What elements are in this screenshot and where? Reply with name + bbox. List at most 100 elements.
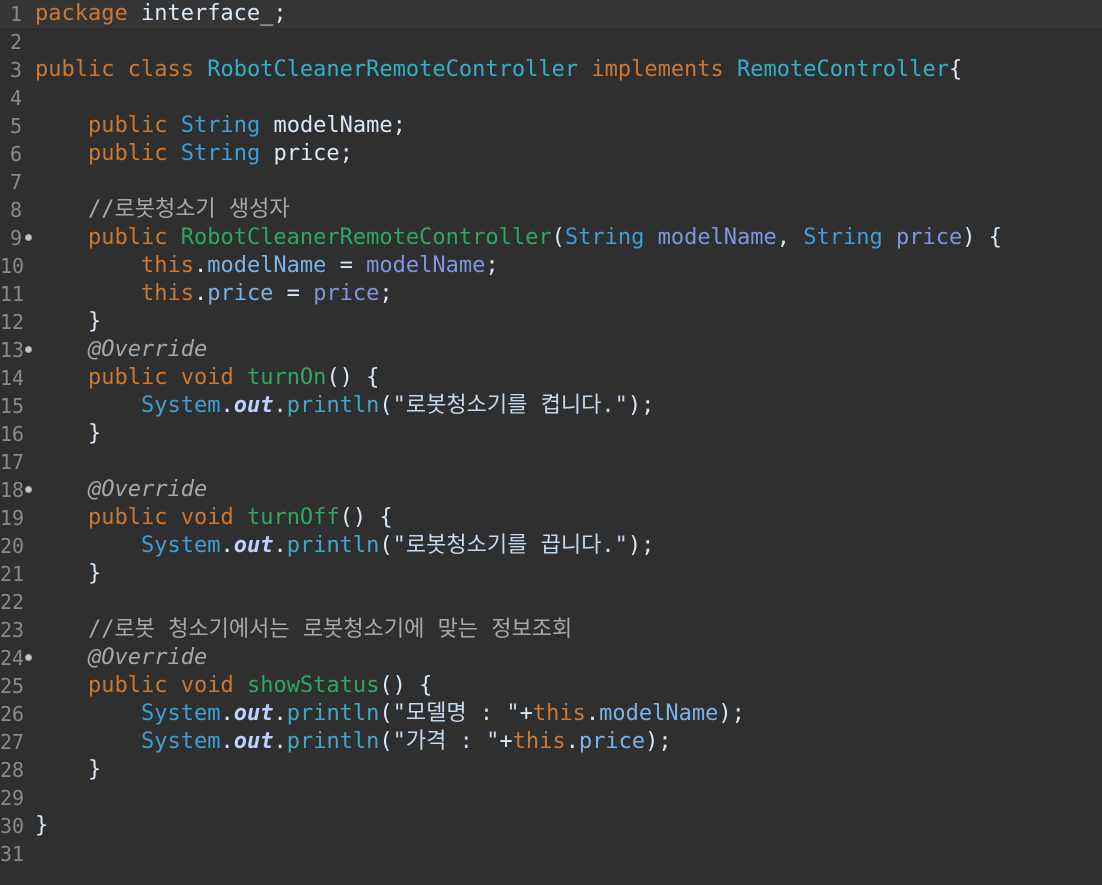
- system-class-token: System: [140, 701, 221, 726]
- code-line[interactable]: 10 this.modelName = modelName;: [0, 252, 1102, 280]
- code-content[interactable]: System.out.println("모델명 : "+this.modelNa…: [34, 700, 745, 728]
- fold-collapse-icon[interactable]: [25, 346, 32, 353]
- line-number-gutter: 10: [0, 252, 34, 280]
- code-content[interactable]: public void showStatus() {: [34, 672, 432, 700]
- code-line[interactable]: 9 public RobotCleanerRemoteController(St…: [0, 224, 1102, 252]
- code-content[interactable]: }: [34, 756, 101, 784]
- code-content[interactable]: public String modelName;: [34, 112, 406, 140]
- code-line[interactable]: 6 public String price;: [0, 140, 1102, 168]
- line-number-gutter: 4: [0, 84, 34, 112]
- out-field-token: out: [233, 393, 274, 418]
- parameter-token: price: [313, 281, 380, 306]
- code-line[interactable]: 28 }: [0, 756, 1102, 784]
- code-content[interactable]: [34, 28, 35, 56]
- code-line[interactable]: 14 public void turnOn() {: [0, 364, 1102, 392]
- code-content[interactable]: this.modelName = modelName;: [34, 252, 499, 280]
- code-line[interactable]: 21 }: [0, 560, 1102, 588]
- code-text: .: [193, 253, 208, 278]
- code-content[interactable]: //로봇청소기 생성자: [34, 196, 290, 224]
- code-content[interactable]: @Override: [34, 644, 207, 672]
- code-line[interactable]: 15 System.out.println("로봇청소기를 켭니다.");: [0, 392, 1102, 420]
- fold-collapse-icon[interactable]: [25, 234, 32, 241]
- code-content[interactable]: }: [34, 560, 101, 588]
- code-line[interactable]: 26 System.out.println("모델명 : "+this.mode…: [0, 700, 1102, 728]
- code-content[interactable]: System.out.println("로봇청소기를 켭니다.");: [34, 392, 654, 420]
- code-content[interactable]: [34, 168, 35, 196]
- code-content[interactable]: System.out.println("가격 : "+this.price);: [34, 728, 672, 756]
- code-line[interactable]: 16 }: [0, 420, 1102, 448]
- code-content[interactable]: package interface_;: [34, 0, 287, 28]
- code-content[interactable]: @Override: [34, 476, 207, 504]
- code-line[interactable]: 4: [0, 84, 1102, 112]
- code-line[interactable]: 17: [0, 448, 1102, 476]
- keyword-token: void: [180, 365, 234, 390]
- code-text: );: [718, 701, 745, 726]
- code-line[interactable]: 8 //로봇청소기 생성자: [0, 196, 1102, 224]
- class-name-token: RemoteController: [737, 57, 949, 82]
- line-number-gutter: 9: [0, 224, 34, 252]
- method-name-token: showStatus: [246, 673, 380, 698]
- line-number-gutter: 23: [0, 616, 34, 644]
- annotation-token: @Override: [87, 477, 208, 502]
- code-line[interactable]: 13 @Override: [0, 336, 1102, 364]
- code-line[interactable]: 3 public class RobotCleanerRemoteControll…: [0, 56, 1102, 84]
- code-content[interactable]: public void turnOn() {: [34, 364, 379, 392]
- line-number-gutter: 12: [0, 308, 34, 336]
- code-content[interactable]: }: [34, 420, 101, 448]
- line-number: 1: [9, 2, 22, 26]
- fold-collapse-icon[interactable]: [25, 654, 32, 661]
- code-text: price;: [260, 141, 353, 166]
- keyword-token: this: [140, 281, 194, 306]
- code-content[interactable]: System.out.println("로봇청소기를 끕니다.");: [34, 532, 654, 560]
- code-line[interactable]: 24 @Override: [0, 644, 1102, 672]
- line-number: 7: [9, 170, 22, 194]
- code-content[interactable]: public String price;: [34, 140, 353, 168]
- code-content[interactable]: public RobotCleanerRemoteController(Stri…: [34, 224, 1002, 252]
- code-line[interactable]: 25 public void showStatus() {: [0, 672, 1102, 700]
- line-number: 3: [9, 58, 22, 82]
- code-line[interactable]: 31: [0, 840, 1102, 868]
- code-content[interactable]: [34, 784, 35, 812]
- code-text: () {: [379, 673, 433, 698]
- code-line[interactable]: 27 System.out.println("가격 : "+this.price…: [0, 728, 1102, 756]
- code-content[interactable]: [34, 84, 35, 112]
- code-line[interactable]: 22: [0, 588, 1102, 616]
- code-line[interactable]: 12 }: [0, 308, 1102, 336]
- code-line[interactable]: 7: [0, 168, 1102, 196]
- line-number-gutter: 30: [0, 812, 34, 840]
- code-line[interactable]: 2: [0, 28, 1102, 56]
- code-line[interactable]: 11 this.price = price;: [0, 280, 1102, 308]
- code-line[interactable]: 5 public String modelName;: [0, 112, 1102, 140]
- code-content[interactable]: this.price = price;: [34, 280, 393, 308]
- code-line[interactable]: 30}: [0, 812, 1102, 840]
- code-content[interactable]: [34, 448, 35, 476]
- line-number: 24: [0, 646, 25, 670]
- line-number: 31: [0, 842, 25, 866]
- fold-collapse-icon[interactable]: [25, 486, 32, 493]
- code-line[interactable]: 29: [0, 784, 1102, 812]
- code-content[interactable]: [34, 588, 35, 616]
- code-line[interactable]: 19 public void turnOff() {: [0, 504, 1102, 532]
- code-line[interactable]: 1 package interface_;: [0, 0, 1102, 28]
- line-number-gutter: 7: [0, 168, 34, 196]
- code-line[interactable]: 20 System.out.println("로봇청소기를 끕니다.");: [0, 532, 1102, 560]
- code-content[interactable]: //로봇 청소기에서는 로봇청소기에 맞는 정보조회: [34, 616, 572, 644]
- code-content[interactable]: }: [34, 812, 48, 840]
- code-content[interactable]: }: [34, 308, 101, 336]
- code-line[interactable]: 23 //로봇 청소기에서는 로봇청소기에 맞는 정보조회: [0, 616, 1102, 644]
- code-content[interactable]: public class RobotCleanerRemoteControlle…: [34, 56, 962, 84]
- code-content[interactable]: public void turnOff() {: [34, 504, 393, 532]
- code-content[interactable]: @Override: [34, 336, 207, 364]
- code-text: interface_;: [127, 1, 287, 26]
- code-editor[interactable]: 1 package interface_; 2 3 public class Robot…: [0, 0, 1102, 885]
- code-content[interactable]: [34, 840, 35, 868]
- line-number: 15: [0, 394, 25, 418]
- code-line[interactable]: 18 @Override: [0, 476, 1102, 504]
- code-text: }: [35, 309, 102, 334]
- keyword-token: package: [35, 1, 128, 26]
